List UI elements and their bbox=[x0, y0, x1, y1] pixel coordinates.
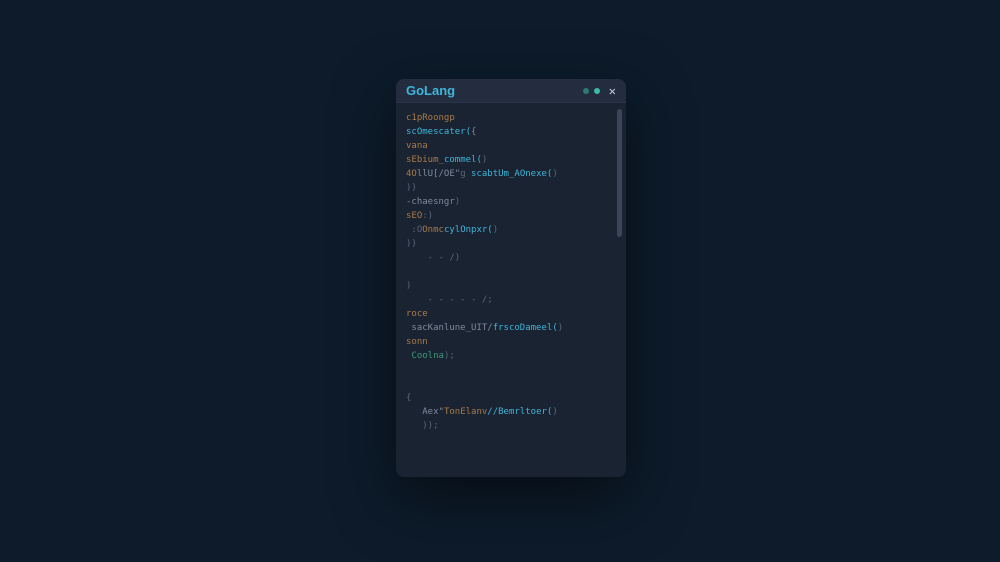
code-line[interactable]: sEbium_commel() bbox=[406, 153, 616, 167]
code-line[interactable]: 4OllU[/OE"g scabtUm_AOnexe() bbox=[406, 167, 616, 181]
close-icon[interactable]: ✕ bbox=[609, 85, 616, 97]
code-token: ) bbox=[406, 281, 411, 291]
code-token: )) bbox=[406, 239, 417, 249]
code-line[interactable]: { bbox=[406, 391, 616, 405]
code-line[interactable]: sonn bbox=[406, 335, 616, 349]
code-token: vana bbox=[406, 141, 428, 151]
code-token: sEbium_ bbox=[406, 155, 444, 165]
code-token: roce bbox=[406, 309, 428, 319]
code-line[interactable]: - - - - - /; bbox=[406, 293, 616, 307]
code-token: 4O bbox=[406, 169, 417, 179]
code-line[interactable] bbox=[406, 265, 616, 279]
code-line[interactable]: )); bbox=[406, 419, 616, 433]
code-token: :O bbox=[406, 225, 422, 235]
scrollbar-thumb[interactable] bbox=[617, 109, 622, 237]
window-title: GoLang bbox=[406, 83, 455, 98]
code-token: TonElanv bbox=[444, 407, 487, 417]
window-dot-minimize[interactable] bbox=[583, 88, 589, 94]
code-line[interactable] bbox=[406, 377, 616, 391]
code-line[interactable] bbox=[406, 363, 616, 377]
code-window: GoLang ✕ c1pRoongpscOmescater({vanasEbiu… bbox=[396, 79, 626, 477]
code-token: ) bbox=[455, 197, 460, 207]
code-token: )); bbox=[406, 421, 439, 431]
window-dot-maximize[interactable] bbox=[594, 88, 600, 94]
code-token: { bbox=[406, 393, 411, 403]
code-token: Coolna bbox=[406, 351, 444, 361]
titlebar[interactable]: GoLang ✕ bbox=[396, 79, 626, 103]
code-line[interactable]: Aex"TonElanv//Bemrltoer() bbox=[406, 405, 616, 419]
code-token: { bbox=[471, 127, 476, 137]
code-token: c1pRoongp bbox=[406, 113, 455, 123]
code-token: frscoDameel( bbox=[493, 323, 558, 333]
code-token: ) bbox=[552, 169, 557, 179]
code-token: ); bbox=[444, 351, 455, 361]
code-line[interactable]: :OOnmccylOnpxr() bbox=[406, 223, 616, 237]
code-line[interactable]: )) bbox=[406, 181, 616, 195]
code-line[interactable]: ) bbox=[406, 279, 616, 293]
code-token: Onmc bbox=[422, 225, 444, 235]
scrollbar-track[interactable] bbox=[617, 109, 622, 471]
window-controls: ✕ bbox=[583, 85, 616, 97]
code-line[interactable]: Coolna); bbox=[406, 349, 616, 363]
code-line[interactable]: )) bbox=[406, 237, 616, 251]
code-editor[interactable]: c1pRoongpscOmescater({vanasEbium_commel(… bbox=[396, 103, 626, 477]
code-token: ) bbox=[558, 323, 563, 333]
code-line[interactable]: roce bbox=[406, 307, 616, 321]
code-token: :) bbox=[422, 211, 433, 221]
code-token: )) bbox=[406, 183, 417, 193]
code-line[interactable]: scOmescater({ bbox=[406, 125, 616, 139]
code-token: ) bbox=[552, 407, 557, 417]
code-token: scabtUm_AOnexe( bbox=[471, 169, 552, 179]
code-line[interactable]: c1pRoongp bbox=[406, 111, 616, 125]
code-token: Aex" bbox=[406, 407, 444, 417]
code-token: g bbox=[460, 169, 471, 179]
code-token: sacKanlune_UIT/ bbox=[406, 323, 493, 333]
code-token: sonn bbox=[406, 337, 428, 347]
code-token: scOmescater( bbox=[406, 127, 471, 137]
code-line[interactable]: -chaesngr) bbox=[406, 195, 616, 209]
code-token: - - - - - /; bbox=[406, 295, 493, 305]
code-token: commel( bbox=[444, 155, 482, 165]
code-token: - - /) bbox=[406, 253, 460, 263]
code-line[interactable]: vana bbox=[406, 139, 616, 153]
code-line[interactable]: sacKanlune_UIT/frscoDameel() bbox=[406, 321, 616, 335]
code-token: -chaesngr bbox=[406, 197, 455, 207]
code-token: //Bemrltoer( bbox=[487, 407, 552, 417]
code-token: sEO bbox=[406, 211, 422, 221]
code-token: ) bbox=[482, 155, 487, 165]
code-line[interactable]: sEO:) bbox=[406, 209, 616, 223]
code-line[interactable]: - - /) bbox=[406, 251, 616, 265]
code-token: ) bbox=[493, 225, 498, 235]
code-token: cylOnpxr( bbox=[444, 225, 493, 235]
code-token: llU[/OE" bbox=[417, 169, 460, 179]
